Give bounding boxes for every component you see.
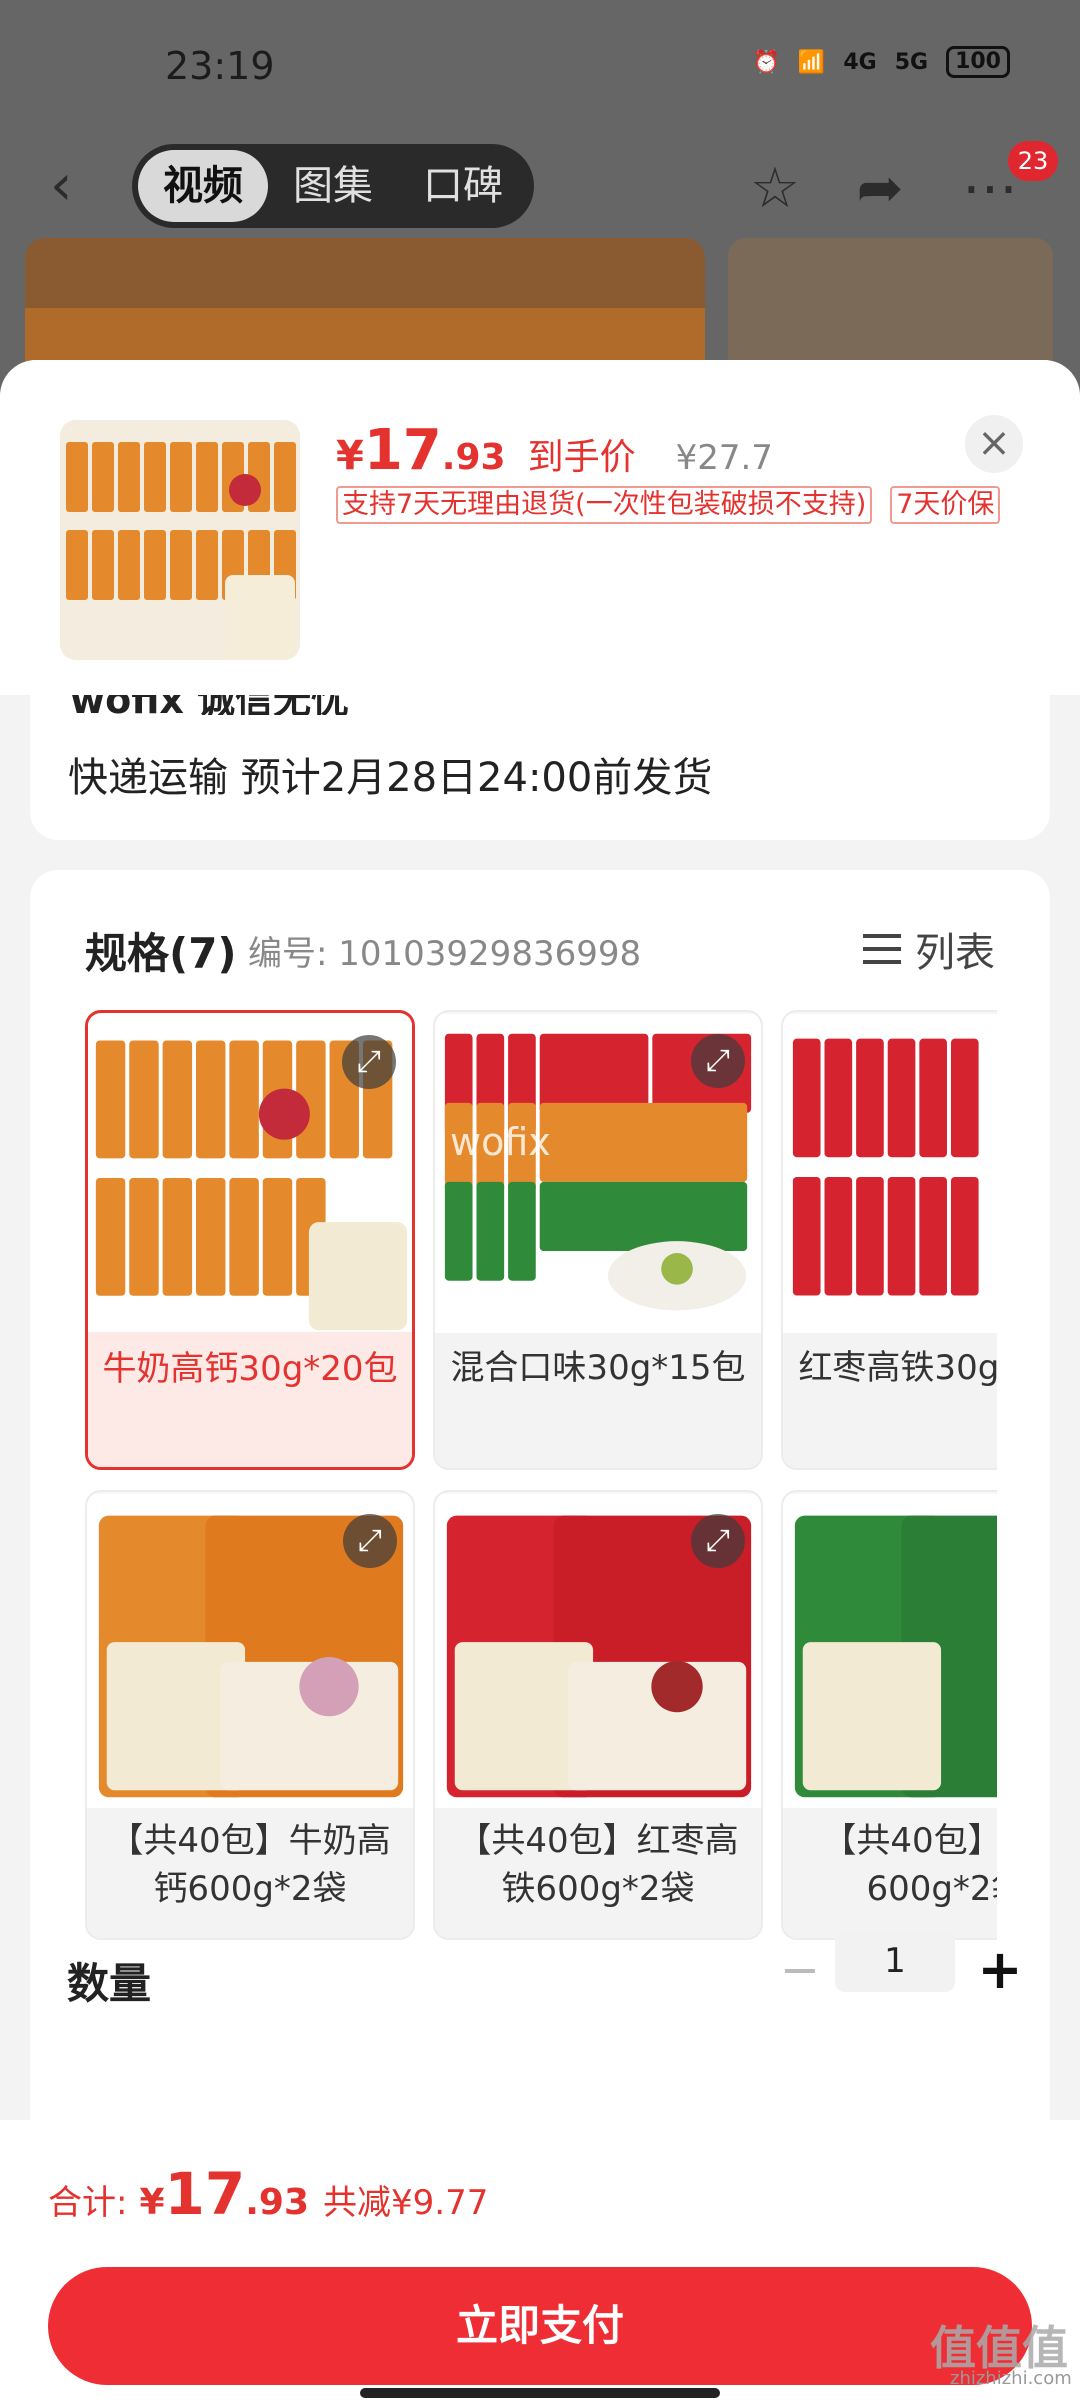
original-price: ¥27.7 — [675, 438, 773, 478]
sku-sheet: ¥ 17 .93 到手价 ¥27.7 × 支持7天无理由退货(一次性包装破损不支… — [0, 360, 1080, 2400]
sku-option-mixed-15[interactable]: ⤢ 混合口味30g*15包 — [433, 1010, 763, 1470]
status-time: 23:19 — [165, 44, 275, 88]
service-tags: 支持7天无理由退货(一次性包装破损不支持) 7天价保 — [336, 486, 1001, 524]
alarm-icon: ⏰ — [752, 49, 780, 75]
pay-now-button[interactable]: 立即支付 — [48, 2267, 1032, 2385]
list-view-toggle[interactable]: 列表 — [863, 920, 995, 978]
expand-icon[interactable]: ⤢ — [343, 1514, 397, 1568]
expand-icon[interactable]: ⤢ — [691, 1034, 745, 1088]
total-symbol: ¥ — [139, 2182, 165, 2223]
back-icon[interactable]: ‹ — [50, 158, 110, 218]
site-watermark-url: zhizhizhi.com — [950, 2368, 1072, 2389]
quantity-input[interactable]: 1 — [835, 1930, 955, 1992]
total-decimal: .93 — [245, 2182, 310, 2223]
spec-title: 规格(7) — [85, 929, 237, 978]
product-thumbnail[interactable] — [60, 420, 300, 660]
tab-gallery[interactable]: 图集 — [268, 150, 398, 222]
sku-option-40-milk[interactable]: 【共40包】牛奶600g*2袋 — [781, 1490, 997, 1940]
tab-video[interactable]: 视频 — [138, 150, 268, 222]
shipping-card: wofix 诚信无忧 快递运输 预计2月28日24:00前发货 — [30, 695, 1050, 840]
price-integer: 17 — [363, 418, 442, 483]
price-symbol: ¥ — [336, 433, 364, 479]
checkout-footer: 合计: ¥ 17 .93 共减¥9.77 立即支付 — [0, 2120, 1080, 2400]
spec-code: 编号: 10103929836998 — [248, 934, 642, 974]
quantity-label: 数量 — [67, 1959, 152, 2008]
sku-name: 【共40包】牛奶600g*2袋 — [822, 1821, 997, 1909]
spec-card: 规格(7) 编号: 10103929836998 列表 ⤢ 牛奶高钙30g*20… — [30, 870, 1050, 2150]
top-nav: ‹ 视频 图集 口碑 ☆ ➦ ⋯ — [0, 140, 1080, 236]
list-icon — [863, 930, 901, 968]
list-toggle-label: 列表 — [915, 930, 995, 976]
tab-reviews[interactable]: 口碑 — [398, 150, 528, 222]
sku-name: 【共40包】牛奶高钙600g*2袋 — [109, 1821, 391, 1909]
sku-name: 混合口味30g*15包 — [450, 1348, 746, 1388]
star-icon[interactable]: ☆ — [740, 154, 810, 224]
total-integer: 17 — [164, 2160, 246, 2228]
quantity-decrease-button[interactable]: − — [775, 1945, 825, 1995]
signal-4g-icon: 4G — [843, 49, 877, 75]
price-decimal: .93 — [441, 437, 506, 478]
sku-option-40-milk-calcium[interactable]: ⤢ 【共40包】牛奶高钙600g*2袋 — [85, 1490, 415, 1940]
return-policy-tag: 支持7天无理由退货(一次性包装破损不支持) — [336, 486, 873, 524]
price-label: 到手价 — [527, 437, 636, 478]
home-indicator[interactable] — [360, 2388, 720, 2398]
total-saving: 共减¥9.77 — [323, 2183, 489, 2223]
product-header: ¥ 17 .93 到手价 ¥27.7 × 支持7天无理由退货(一次性包装破损不支… — [0, 360, 1080, 695]
total-price: 合计: ¥ 17 .93 共减¥9.77 — [48, 2160, 488, 2228]
total-label: 合计: — [48, 2183, 128, 2223]
overlay-watermark: wofix — [450, 1120, 551, 1164]
battery-icon: 100 — [946, 46, 1010, 78]
sku-name: 红枣高铁30g*15包 — [798, 1348, 997, 1388]
status-icons: ⏰ 📶 4G 5G 100 — [752, 46, 1010, 78]
expand-icon[interactable]: ⤢ — [342, 1035, 396, 1089]
background-page: 23:19 ⏰ 📶 4G 5G 100 ‹ 视频 图集 口碑 ☆ ➦ ⋯ 23 — [0, 0, 1080, 408]
price-protect-tag: 7天价保 — [890, 486, 1001, 524]
sku-name: 【共40包】红枣高铁600g*2袋 — [457, 1821, 739, 1909]
shipping-cut-text: wofix 诚信无忧 — [70, 695, 349, 715]
share-icon[interactable]: ➦ — [845, 154, 915, 224]
status-bar: 23:19 ⏰ 📶 4G 5G 100 — [0, 0, 1080, 130]
shipping-text: 快递运输 预计2月28日24:00前发货 — [68, 755, 713, 801]
sku-option-red-date-15[interactable]: 红枣高铁30g*15包 — [781, 1010, 997, 1470]
message-badge: 23 — [1008, 141, 1058, 181]
sku-option-milk-calcium-20[interactable]: ⤢ 牛奶高钙30g*20包 — [85, 1010, 415, 1470]
sku-name: 牛奶高钙30g*20包 — [102, 1349, 398, 1389]
media-tabs: 视频 图集 口碑 — [132, 144, 534, 228]
expand-icon[interactable]: ⤢ — [691, 1514, 745, 1568]
price-line: ¥ 17 .93 到手价 ¥27.7 — [336, 418, 773, 483]
signal-5g-icon: 5G — [894, 49, 929, 75]
quantity-increase-button[interactable]: + — [970, 1940, 1030, 2000]
wifi-icon: 📶 — [797, 49, 826, 75]
close-icon[interactable]: × — [965, 415, 1023, 473]
sku-option-40-red-date[interactable]: ⤢ 【共40包】红枣高铁600g*2袋 — [433, 1490, 763, 1940]
